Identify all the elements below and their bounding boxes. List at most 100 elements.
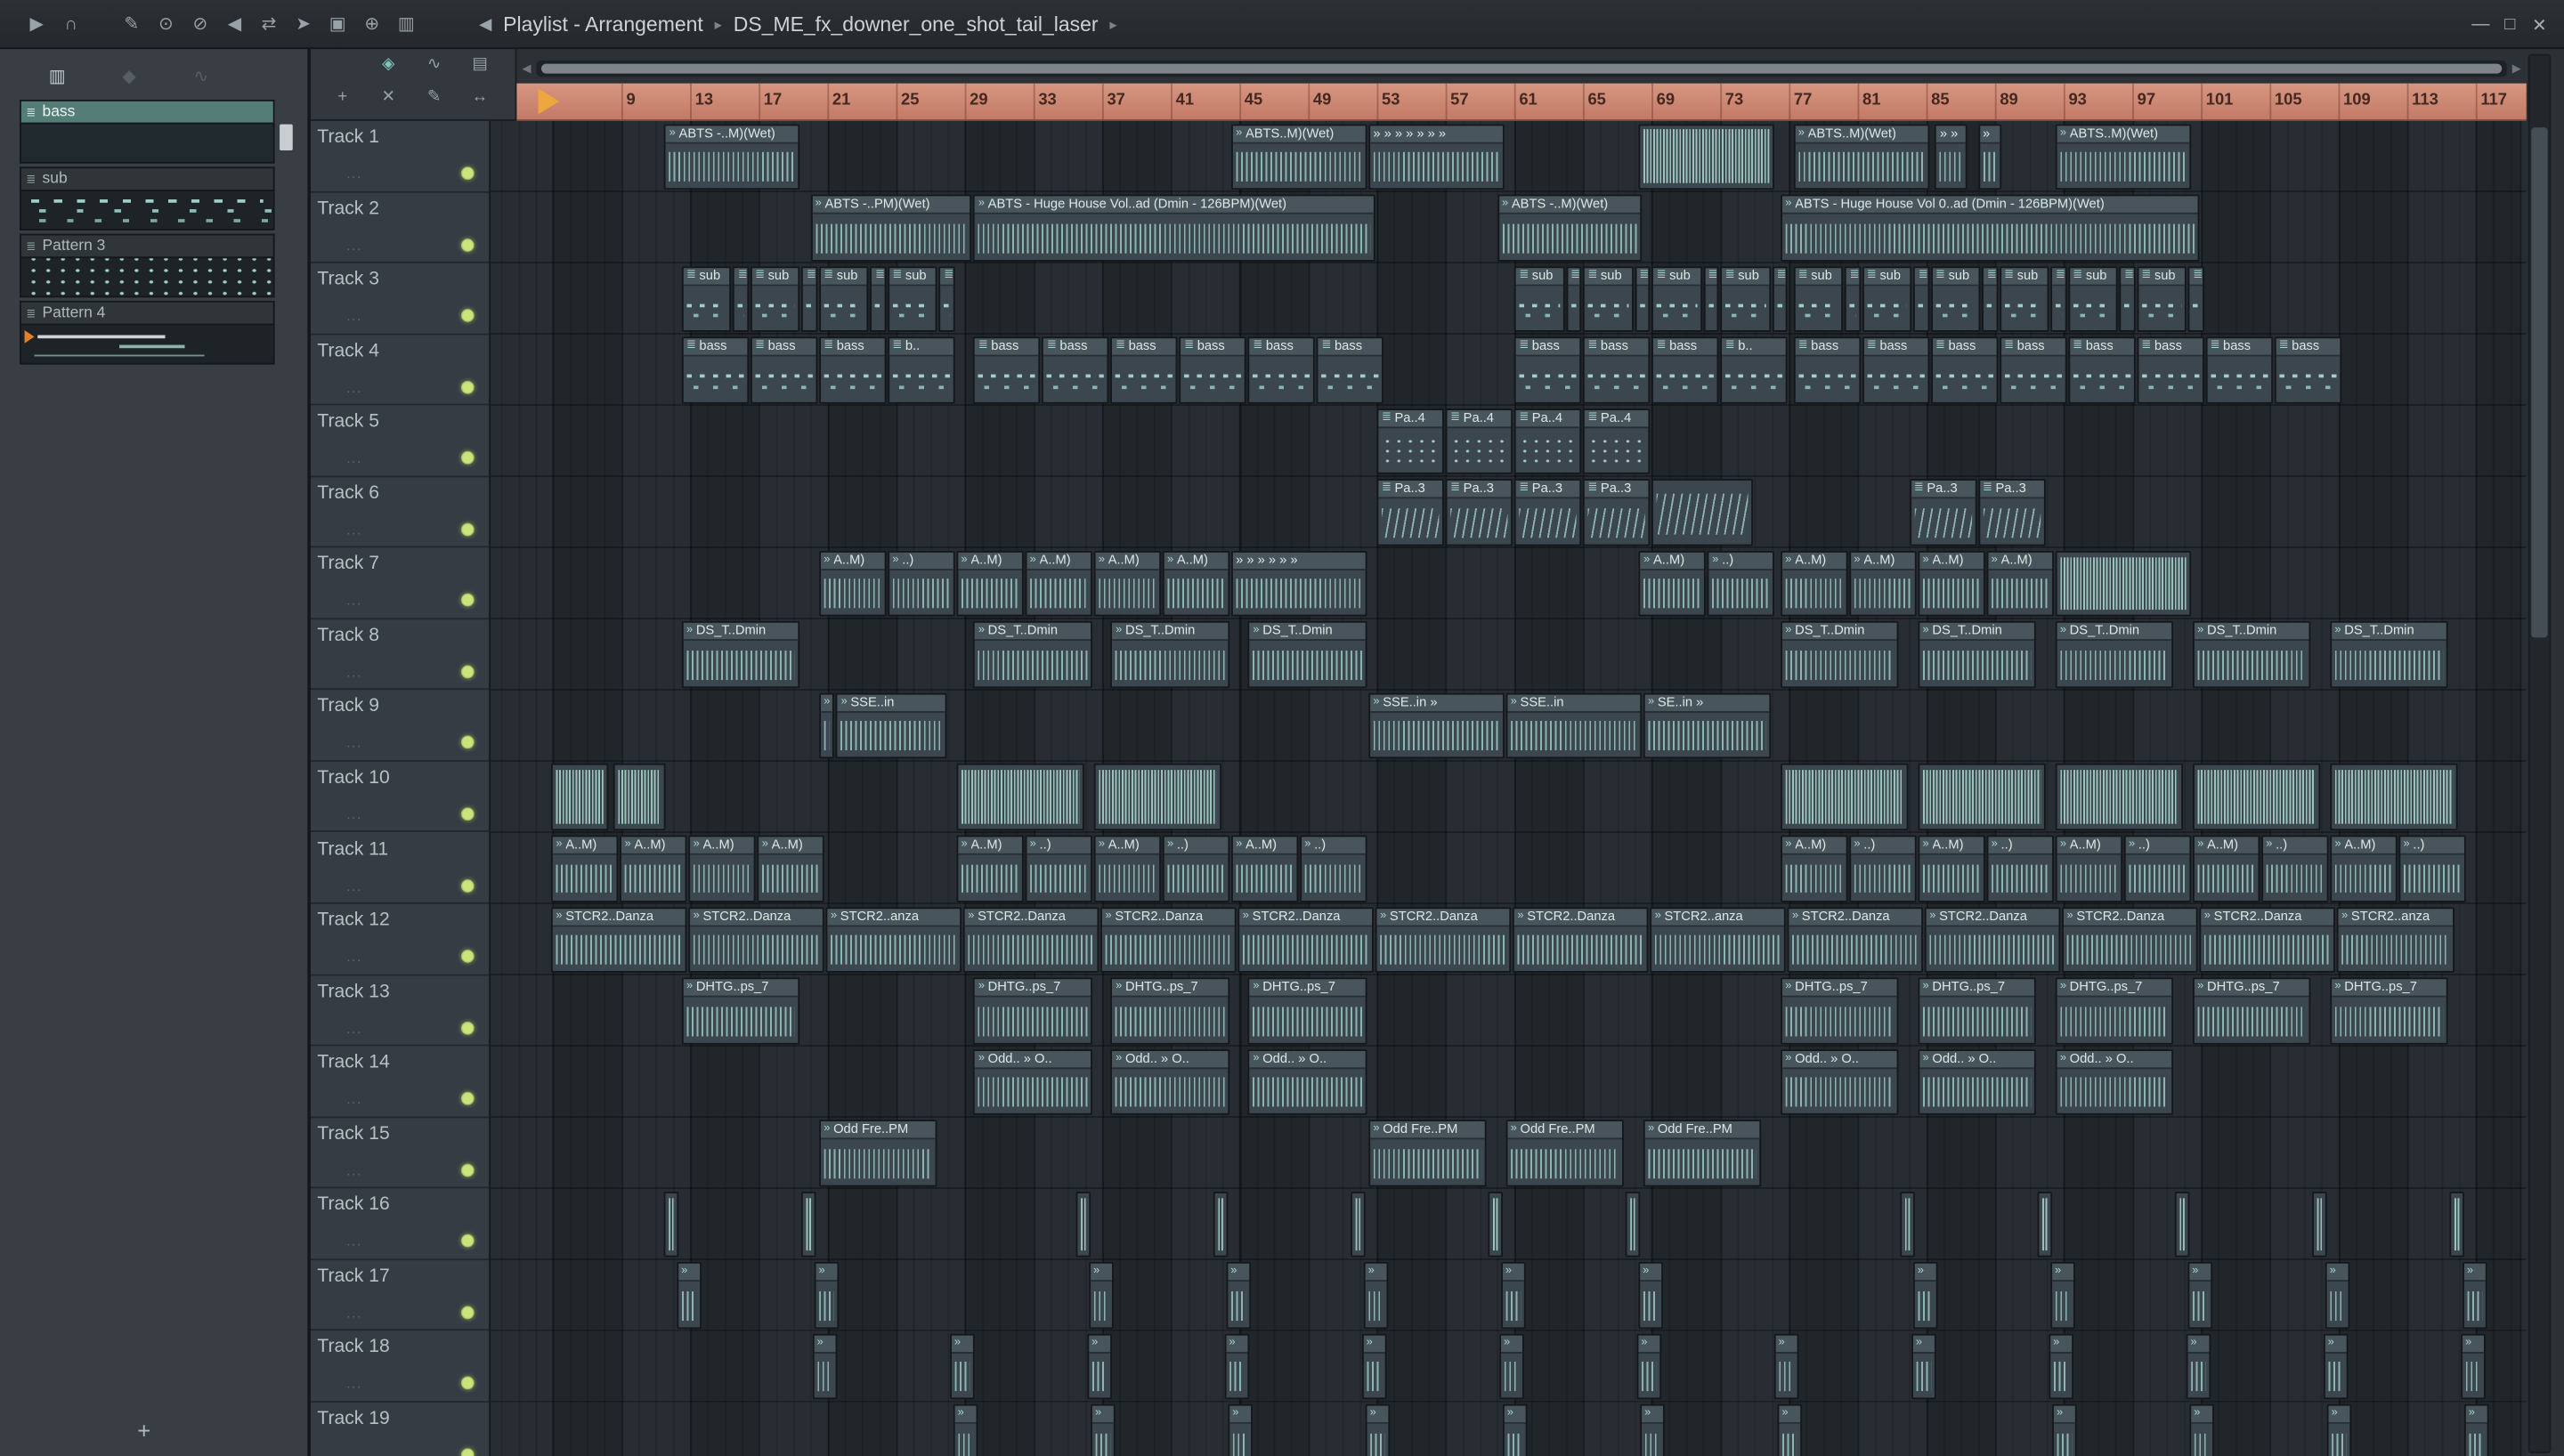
track-mute-led[interactable]	[460, 451, 475, 465]
pattern-list-scrollbar[interactable]	[280, 124, 293, 451]
playlist-clip[interactable]: ≣ Pa..4	[1445, 408, 1513, 474]
playlist-clip[interactable]: » STCR2..Danza	[962, 906, 1099, 973]
playlist-clip[interactable]: ≣..b	[2119, 265, 2136, 333]
playlist-clip[interactable]: » A..M)	[550, 835, 619, 902]
playlist-clip[interactable]: » A..M)	[1918, 835, 1985, 902]
track-mute-led[interactable]	[460, 1163, 475, 1177]
playlist-clip[interactable]: ≣..b	[1913, 265, 1929, 333]
playlist-clip[interactable]: » STCR2..Danza	[1512, 906, 1649, 973]
playlist-clip[interactable]: ≣..b	[870, 265, 887, 333]
playlist-clip[interactable]: ≣..b	[1845, 265, 1861, 333]
playlist-clip[interactable]: ≣ bass	[1042, 336, 1109, 404]
track-header[interactable]: Track 10...	[310, 762, 490, 833]
playlist-clip[interactable]: » ABTS -..PM)(Wet)	[810, 194, 972, 262]
playlist-clip[interactable]: » A..M)	[818, 550, 887, 617]
playlist-clip[interactable]: » STCR2..anza	[2336, 906, 2455, 973]
pattern-item-pattern-4[interactable]: ≣ Pattern 4	[20, 300, 275, 365]
track-header[interactable]: Track 5...	[310, 406, 490, 477]
playlist-clip[interactable]: ≣ bass	[750, 336, 817, 404]
magnet-snap-icon[interactable]: ◈	[376, 55, 401, 73]
playlist-clip[interactable]: ≣..b	[1634, 265, 1651, 333]
track-header[interactable]: Track 12...	[310, 904, 490, 975]
playlist-clip[interactable]: ≣..b	[938, 265, 955, 333]
playlist-clip[interactable]: » DS_T..Dmin	[1110, 621, 1229, 688]
playlist-clip[interactable]: ≣..b	[2050, 265, 2066, 333]
playlist-clip[interactable]: » »	[1935, 123, 1968, 190]
playlist-clip[interactable]	[2175, 1191, 2189, 1258]
playlist-clip[interactable]: ≣..b	[1565, 265, 1582, 333]
playlist-clip[interactable]: » DHTG..ps_7	[1918, 977, 2037, 1044]
playlist-clip[interactable]: ≣ bass	[2067, 336, 2136, 404]
playlist-clip[interactable]: » A..M)	[1638, 550, 1706, 617]
speaker-icon[interactable]: ◀	[479, 15, 491, 33]
track-header[interactable]: Track 18...	[310, 1331, 490, 1403]
playlist-clip[interactable]: »	[818, 692, 835, 759]
playlist-clip[interactable]: »	[1639, 1404, 1666, 1456]
playlist-clip[interactable]: »	[1227, 1404, 1254, 1456]
playlist-clip[interactable]: ≣ b..	[887, 336, 955, 404]
track-mute-led[interactable]	[460, 594, 475, 607]
playlist-clip[interactable]: » STCR2..Danza	[2062, 906, 2198, 973]
track-header[interactable]: Track 8...	[310, 619, 490, 691]
mute-tool-icon[interactable]: ⊘	[183, 13, 218, 35]
playlist-clip[interactable]: ≣ Pa..3	[1445, 479, 1513, 546]
playlist-clip[interactable]: » DS_T..Dmin	[1780, 621, 1899, 688]
playlist-clip[interactable]: »	[953, 1404, 979, 1456]
playlist-clip[interactable]: ≣ sub	[2067, 265, 2118, 333]
playlist-clip[interactable]: ≣..b	[2187, 265, 2204, 333]
playlist-clip[interactable]: » A..M)	[1986, 550, 2054, 617]
playlist-clip[interactable]: » ABTS -..M)(Wet)	[664, 123, 800, 190]
playlist-clip[interactable]: ≣ sub	[1720, 265, 1771, 333]
cut-tool-icon[interactable]: ✕	[376, 88, 401, 106]
playlist-clip[interactable]: » STCR2..Danza	[1100, 906, 1237, 973]
playlist-clip[interactable]: »	[1500, 1262, 1527, 1329]
playlist-clip[interactable]: »	[1773, 1333, 1800, 1400]
playlist-clip[interactable]: » » » » » » »	[1367, 123, 1505, 190]
playlist-clip[interactable]: » A..M)	[1848, 550, 1917, 617]
playlist-clip[interactable]: ≣..b	[733, 265, 749, 333]
playlist-clip[interactable]	[1900, 1191, 1915, 1258]
playlist-clip[interactable]: » DHTG..ps_7	[681, 977, 800, 1044]
playlist-clip[interactable]: »	[2460, 1333, 2487, 1400]
playlist-clip[interactable]	[2312, 1191, 2327, 1258]
playlist-clip[interactable]: » STCR2..Danza	[1237, 906, 1374, 973]
playlist-clip[interactable]: » A..M)	[956, 550, 1024, 617]
hscroll-thumb[interactable]	[540, 62, 2503, 73]
playlist-clip[interactable]: »..)	[1299, 835, 1367, 902]
track-header[interactable]: Track 2...	[310, 192, 490, 263]
playlist-clip[interactable]: ≣ Pa..4	[1513, 408, 1582, 474]
playlist-clip[interactable]: » DS_T..Dmin	[1247, 621, 1367, 688]
pattern-item-sub[interactable]: ≣ sub	[20, 166, 275, 231]
playlist-clip[interactable]: ≣ bass	[681, 336, 749, 404]
playlist-clip[interactable]	[2192, 764, 2320, 830]
playlist-clip[interactable]: »..)	[1848, 835, 1917, 902]
playlist-clip[interactable]: » ABTS..M)(Wet)	[2055, 123, 2191, 190]
playlist-clip[interactable]: » Odd Fre..PM	[1505, 1120, 1625, 1186]
playlist-clip[interactable]: ≣ bass	[1999, 336, 2066, 404]
playlist-clip[interactable]: »	[1361, 1333, 1388, 1400]
track-header[interactable]: Track 11...	[310, 833, 490, 904]
track-header[interactable]: Track 3...	[310, 263, 490, 335]
scroll-left-arrow-icon[interactable]: ◀	[516, 61, 536, 75]
minimize-button[interactable]: —	[2466, 15, 2495, 35]
playlist-clip[interactable]: » ABTS - Huge House Vol 0..ad (Dmin - 126…	[1780, 194, 2200, 262]
playlist-clip[interactable]: » STCR2..Danza	[1924, 906, 2061, 973]
playlist-clip[interactable]: »	[1090, 1404, 1116, 1456]
playlist-clip[interactable]: ≣ Pa..3	[1376, 479, 1444, 546]
track-mute-led[interactable]	[460, 1448, 475, 1456]
playlist-clip[interactable]: ≣ bass	[1179, 336, 1247, 404]
track-header[interactable]: Track 9...	[310, 691, 490, 762]
playlist-clip[interactable]: »..)	[1986, 835, 2054, 902]
playlist-clip[interactable]: ≣ bass	[1793, 336, 1861, 404]
playlist-clip[interactable]: » DS_T..Dmin	[2329, 621, 2449, 688]
playlist-clip[interactable]: »..)	[2398, 835, 2466, 902]
playlist-clip[interactable]: » Odd.. » O..	[1780, 1048, 1899, 1115]
playlist-clip[interactable]	[1076, 1191, 1091, 1258]
playlist-clip[interactable]	[1488, 1191, 1503, 1258]
playlist-clip[interactable]: » A..M)	[688, 835, 756, 902]
add-button[interactable]: +	[330, 88, 355, 106]
track-mute-led[interactable]	[460, 807, 475, 821]
playlist-clip[interactable]: ≣ sub	[2136, 265, 2187, 333]
playlist-clip[interactable]: ≣ bass	[1110, 336, 1178, 404]
track-header[interactable]: Track 16...	[310, 1189, 490, 1260]
